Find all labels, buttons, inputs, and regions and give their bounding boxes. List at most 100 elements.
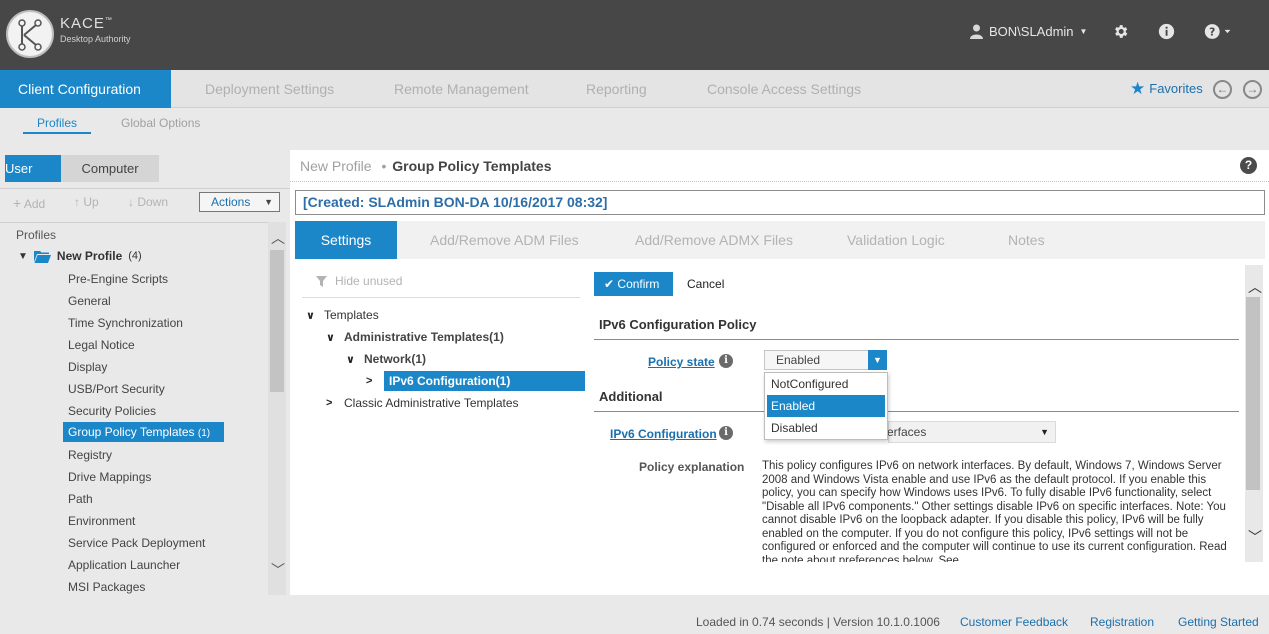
policy-state-link[interactable]: Policy state bbox=[648, 355, 715, 369]
cancel-button[interactable]: Cancel bbox=[687, 277, 724, 291]
tree-item-msi-packages[interactable]: MSI Packages bbox=[68, 580, 145, 594]
info-icon[interactable]: i bbox=[719, 426, 733, 440]
help-icon[interactable]: ? bbox=[1204, 23, 1232, 43]
content-scrollbar[interactable]: ︿ ﹀ bbox=[1245, 265, 1263, 562]
tree-item-registry[interactable]: Registry bbox=[68, 448, 112, 462]
additional-title: Additional bbox=[599, 389, 663, 404]
tab-validation-logic[interactable]: Validation Logic bbox=[847, 221, 945, 259]
profiles-panel: User Computer + Add ↑ Up ↓ Down Actions … bbox=[0, 150, 290, 595]
profiles-label: Profiles bbox=[16, 228, 57, 242]
policy-state-select[interactable]: Enabled ▼ bbox=[764, 350, 887, 370]
tree-item-application-launcher[interactable]: Application Launcher bbox=[68, 558, 180, 572]
tree-item-path[interactable]: Path bbox=[68, 492, 93, 506]
tree-item-drive-mappings[interactable]: Drive Mappings bbox=[68, 470, 151, 484]
tree-item-group-policy-templates[interactable]: Group Policy Templates (1) bbox=[63, 422, 224, 442]
down-label: Down bbox=[137, 195, 169, 209]
profiles-scrollbar[interactable]: ︿ ﹀ bbox=[268, 222, 286, 595]
brand-subtitle: Desktop Authority bbox=[60, 34, 131, 44]
ipv6-config-link[interactable]: IPv6 Configuration bbox=[610, 427, 717, 441]
chevron-right-icon[interactable]: > bbox=[366, 375, 384, 387]
hide-unused-toggle[interactable]: Hide unused bbox=[316, 274, 402, 288]
tree-item-label: Group Policy Templates bbox=[68, 425, 195, 439]
scrollbar-thumb[interactable] bbox=[270, 250, 284, 392]
tab-user[interactable]: User bbox=[5, 155, 61, 182]
tree-item-general[interactable]: General bbox=[68, 294, 111, 308]
option-not-configured[interactable]: NotConfigured bbox=[765, 373, 887, 395]
tab-reporting[interactable]: Reporting bbox=[586, 70, 647, 108]
chevron-down-icon[interactable]: ▼ bbox=[868, 350, 887, 370]
tree-item-usb-port-security[interactable]: USB/Port Security bbox=[68, 382, 165, 396]
tree-node-network[interactable]: ∨ Network(1) bbox=[346, 352, 426, 366]
customer-feedback-link[interactable]: Customer Feedback bbox=[960, 615, 1068, 629]
tab-computer[interactable]: Computer bbox=[61, 155, 159, 182]
divider bbox=[594, 339, 1239, 340]
tree-item-display[interactable]: Display bbox=[68, 360, 107, 374]
footer: Loaded in 0.74 seconds | Version 10.1.0.… bbox=[0, 607, 1269, 634]
arrow-up-icon: ↑ bbox=[74, 195, 80, 209]
tree-node-templates[interactable]: ∨ Templates bbox=[306, 308, 379, 322]
tree-item-service-pack-deployment[interactable]: Service Pack Deployment bbox=[68, 536, 205, 550]
down-button[interactable]: ↓ Down bbox=[128, 195, 168, 209]
add-button[interactable]: + Add bbox=[13, 195, 45, 211]
tab-remote-management[interactable]: Remote Management bbox=[394, 70, 529, 108]
gear-icon[interactable] bbox=[1112, 23, 1129, 43]
node-label: Network(1) bbox=[364, 352, 427, 366]
actions-dropdown[interactable]: Actions ▼ bbox=[199, 192, 280, 212]
scroll-down-icon[interactable]: ﹀ bbox=[271, 560, 285, 580]
scroll-down-icon[interactable]: ﹀ bbox=[1248, 527, 1262, 547]
favorites-button[interactable]: ★ Favorites bbox=[1130, 70, 1203, 108]
info-icon[interactable]: i bbox=[719, 354, 733, 368]
breadcrumb-profile[interactable]: New Profile bbox=[300, 158, 372, 174]
brand-name: KACE bbox=[60, 15, 105, 32]
tab-console-access-settings[interactable]: Console Access Settings bbox=[707, 70, 861, 108]
up-button[interactable]: ↑ Up bbox=[74, 195, 99, 209]
tab-settings[interactable]: Settings bbox=[295, 221, 397, 259]
explanation-label: Policy explanation bbox=[639, 460, 745, 474]
confirm-button[interactable]: ✔ Confirm bbox=[594, 272, 673, 296]
kace-k-icon bbox=[18, 19, 42, 51]
tree-node-administrative-templates[interactable]: ∨ Administrative Templates(1) bbox=[326, 330, 504, 344]
ipv6-config-select[interactable]: erfaces ▼ bbox=[887, 421, 1056, 443]
subtab-profiles[interactable]: Profiles bbox=[23, 116, 92, 134]
scroll-up-icon[interactable]: ︿ bbox=[1248, 277, 1262, 297]
policy-state-dropdown: NotConfigured Enabled Disabled bbox=[764, 372, 888, 440]
divider bbox=[290, 181, 1269, 182]
favorites-label: Favorites bbox=[1149, 81, 1203, 96]
tab-add-remove-adm-files[interactable]: Add/Remove ADM Files bbox=[430, 221, 579, 259]
getting-started-link[interactable]: Getting Started bbox=[1178, 615, 1259, 629]
forward-arrow-icon[interactable]: → bbox=[1243, 80, 1262, 99]
user-menu[interactable]: BON\SLAdmin ▼ bbox=[970, 24, 1087, 39]
registration-link[interactable]: Registration bbox=[1090, 615, 1154, 629]
node-label: IPv6 Configuration(1) bbox=[384, 371, 586, 391]
tab-add-remove-admx-files[interactable]: Add/Remove ADMX Files bbox=[635, 221, 793, 259]
info-icon[interactable] bbox=[1158, 23, 1175, 43]
chevron-down-icon[interactable]: ∨ bbox=[306, 309, 324, 322]
breadcrumb-separator: • bbox=[381, 158, 387, 174]
option-enabled[interactable]: Enabled bbox=[767, 395, 885, 417]
tree-node-ipv6-configuration[interactable]: > IPv6 Configuration(1) bbox=[366, 371, 586, 391]
chevron-down-icon[interactable]: ∨ bbox=[346, 353, 364, 366]
policy-state-value: Enabled bbox=[776, 353, 821, 367]
tree-node-new-profile[interactable]: ▼ New Profile (4) bbox=[18, 249, 142, 263]
tab-client-configuration[interactable]: Client Configuration bbox=[0, 70, 171, 108]
scrollbar-thumb[interactable] bbox=[1246, 297, 1260, 490]
chevron-down-icon: ▼ bbox=[1040, 427, 1049, 437]
subtab-global-options[interactable]: Global Options bbox=[121, 116, 200, 130]
tree-item-time-synchronization[interactable]: Time Synchronization bbox=[68, 316, 183, 330]
user-icon bbox=[970, 24, 983, 39]
chevron-down-icon: ▼ bbox=[264, 197, 273, 207]
tab-notes[interactable]: Notes bbox=[1008, 221, 1045, 259]
tree-node-classic-templates[interactable]: > Classic Administrative Templates bbox=[326, 396, 519, 410]
tree-item-pre-engine-scripts[interactable]: Pre-Engine Scripts bbox=[68, 272, 168, 286]
tab-deployment-settings[interactable]: Deployment Settings bbox=[205, 70, 334, 108]
tree-item-legal-notice[interactable]: Legal Notice bbox=[68, 338, 135, 352]
help-icon[interactable]: ? bbox=[1240, 157, 1257, 174]
tree-item-environment[interactable]: Environment bbox=[68, 514, 135, 528]
scroll-up-icon[interactable]: ︿ bbox=[271, 228, 285, 248]
tree-item-security-policies[interactable]: Security Policies bbox=[68, 404, 156, 418]
chevron-down-icon[interactable]: ∨ bbox=[326, 331, 344, 344]
chevron-down-icon[interactable]: ▼ bbox=[18, 251, 28, 262]
back-arrow-icon[interactable]: ← bbox=[1213, 80, 1232, 99]
option-disabled[interactable]: Disabled bbox=[765, 417, 887, 439]
chevron-right-icon[interactable]: > bbox=[326, 397, 344, 409]
